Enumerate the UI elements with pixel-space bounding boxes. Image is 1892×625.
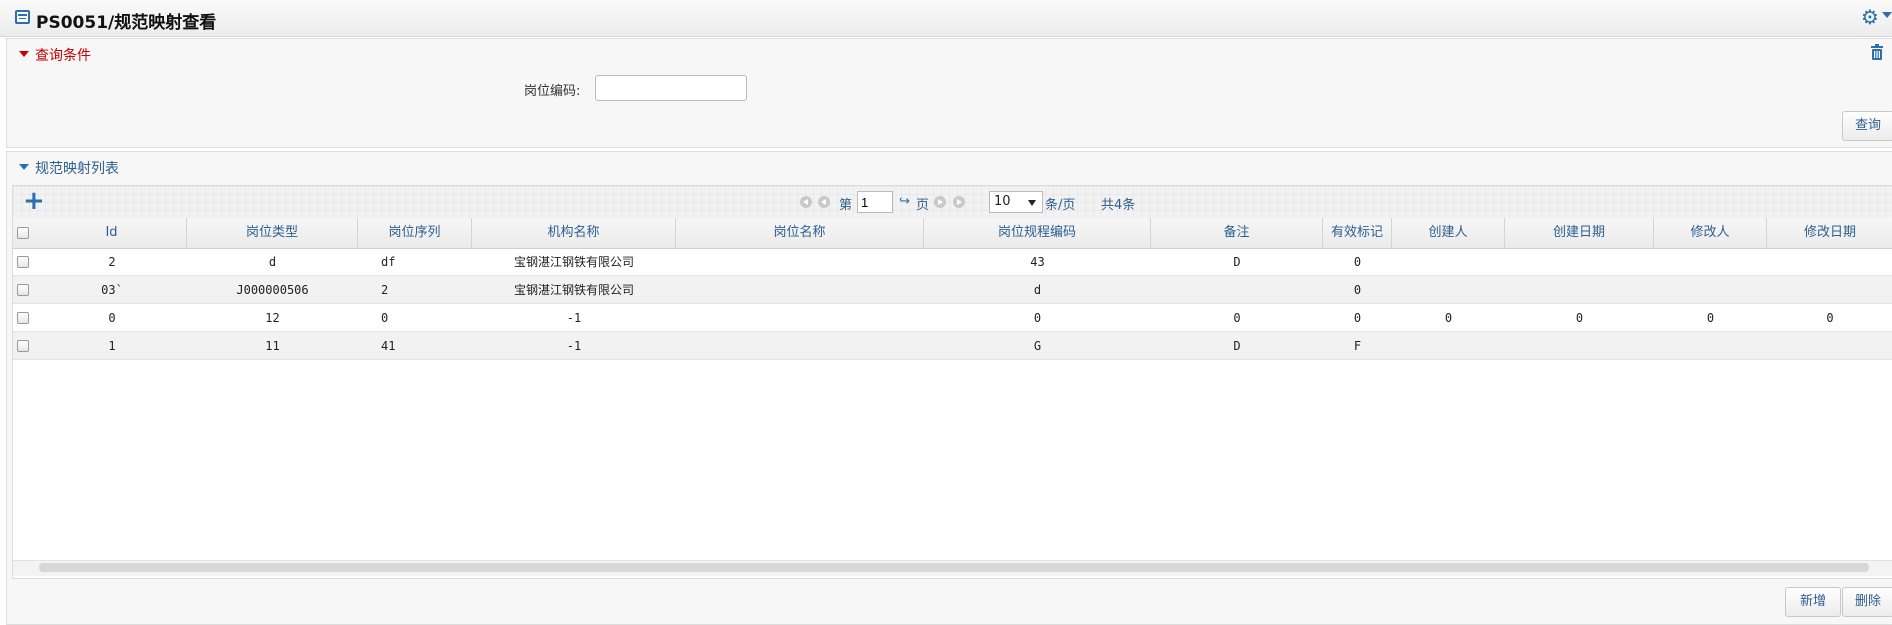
cell-modify-date: 0 xyxy=(1826,311,1834,325)
row-checkbox[interactable] xyxy=(17,284,29,296)
query-button[interactable]: 查询 xyxy=(1842,111,1892,141)
cell-post-type: J000000506 xyxy=(236,283,309,297)
table-row[interactable]: 1 11 41 -1 G D F xyxy=(13,332,1892,360)
column-header[interactable]: 岗位类型 xyxy=(187,218,358,248)
query-section-title[interactable]: 查询条件 xyxy=(35,45,91,65)
cell-valid-flag: 0 xyxy=(1353,311,1362,325)
table-row[interactable]: 2 d df 宝钢湛江钢铁有限公司 43 D 0 xyxy=(13,248,1892,276)
cell-org-name: -1 xyxy=(566,339,582,353)
cell-creator: 0 xyxy=(1444,311,1453,325)
column-header[interactable]: 备注 xyxy=(1151,218,1323,248)
chevron-down-icon xyxy=(1028,200,1036,206)
cell-rule-code: d xyxy=(1033,283,1042,297)
cell-post-seq: 0 xyxy=(381,311,389,325)
gear-icon[interactable]: ⚙ xyxy=(1861,5,1879,29)
column-header[interactable]: 岗位序列 xyxy=(358,218,472,248)
post-code-input[interactable] xyxy=(595,75,747,101)
page-title: PS0051/规范映射查看 xyxy=(36,13,217,33)
row-checkbox[interactable] xyxy=(17,256,29,268)
cell-modifier: 0 xyxy=(1706,311,1715,325)
prev-page-icon[interactable] xyxy=(818,196,830,208)
cell-org-name: -1 xyxy=(566,311,582,325)
window-icon xyxy=(15,10,30,24)
go-page-icon[interactable]: ↪ xyxy=(899,194,910,209)
table-row[interactable]: 0 12 0 -1 0 0 0 0 0 0 0 xyxy=(13,304,1892,332)
page-number-input[interactable] xyxy=(857,191,893,213)
cell-id: 0 xyxy=(108,311,116,325)
table-row[interactable]: 03` J000000506 2 宝钢湛江钢铁有限公司 d 0 xyxy=(13,276,1892,304)
cell-post-seq: 2 xyxy=(381,283,389,297)
cell-remark: D xyxy=(1233,255,1241,269)
cell-post-type: 12 xyxy=(265,311,280,325)
cell-rule-code: 0 xyxy=(1033,311,1042,325)
cell-id: 2 xyxy=(108,255,116,269)
data-grid: + 第 ↪ 页 10 条/页 共4条 Id 岗位类型 岗位序列 机构名称 岗位名… xyxy=(12,185,1892,579)
select-all-checkbox[interactable] xyxy=(17,227,29,239)
column-header[interactable]: 岗位规程编码 xyxy=(924,218,1151,248)
page-prefix: 第 xyxy=(839,198,853,213)
cell-post-seq: 41 xyxy=(381,339,396,353)
cell-create-date: 0 xyxy=(1575,311,1584,325)
next-page-icon[interactable] xyxy=(934,196,946,208)
last-page-icon[interactable] xyxy=(953,196,965,208)
column-header[interactable]: 创建日期 xyxy=(1505,218,1654,248)
column-header[interactable]: 修改人 xyxy=(1654,218,1767,248)
cell-post-seq: df xyxy=(381,255,396,269)
cell-remark: 0 xyxy=(1233,311,1241,325)
chevron-down-icon[interactable] xyxy=(1882,12,1892,18)
page-size-value: 10 xyxy=(994,194,1011,209)
table-header: Id 岗位类型 岗位序列 机构名称 岗位名称 岗位规程编码 备注 有效标记 创建… xyxy=(13,218,1892,249)
first-page-icon[interactable] xyxy=(800,196,812,208)
column-header[interactable]: 机构名称 xyxy=(472,218,676,248)
cell-org-name: 宝钢湛江钢铁有限公司 xyxy=(513,283,634,297)
column-header[interactable]: 创建人 xyxy=(1392,218,1505,248)
plus-icon[interactable]: + xyxy=(23,187,45,215)
cell-valid-flag: 0 xyxy=(1353,283,1362,297)
cell-id: 1 xyxy=(108,339,116,353)
row-checkbox[interactable] xyxy=(17,340,29,352)
post-code-label: 岗位编码: xyxy=(524,84,581,99)
column-header[interactable]: 有效标记 xyxy=(1323,218,1392,248)
add-button[interactable]: 新增 xyxy=(1785,587,1841,617)
row-checkbox[interactable] xyxy=(17,312,29,324)
cell-rule-code: 43 xyxy=(1030,255,1045,269)
page-size-select[interactable]: 10 xyxy=(989,191,1043,213)
cell-valid-flag: 0 xyxy=(1353,255,1362,269)
cell-rule-code: G xyxy=(1033,339,1042,353)
cell-valid-flag: F xyxy=(1353,339,1362,353)
column-header[interactable]: 岗位名称 xyxy=(676,218,924,248)
cell-remark: D xyxy=(1233,339,1241,353)
cell-post-type: d xyxy=(268,255,277,269)
cell-id: 03` xyxy=(101,283,123,297)
collapse-caret-icon[interactable] xyxy=(19,164,29,170)
cell-org-name: 宝钢湛江钢铁有限公司 xyxy=(513,255,634,269)
query-panel xyxy=(6,38,1892,148)
column-header[interactable]: Id xyxy=(37,218,187,248)
total-count: 共4条 xyxy=(1101,198,1136,213)
grid-toolbar: + 第 ↪ 页 10 条/页 共4条 xyxy=(13,186,1892,219)
scrollbar-thumb[interactable] xyxy=(39,563,1869,572)
title-bar: PS0051/规范映射查看 ⚙ xyxy=(0,0,1892,37)
collapse-caret-icon[interactable] xyxy=(19,51,29,57)
column-header[interactable]: 修改日期 xyxy=(1767,218,1892,248)
cell-post-type: 11 xyxy=(265,339,280,353)
page-suffix: 页 xyxy=(916,198,930,213)
delete-button[interactable]: 删除 xyxy=(1842,587,1892,617)
list-section-title[interactable]: 规范映射列表 xyxy=(35,158,119,178)
trash-icon[interactable] xyxy=(1870,44,1884,60)
per-page-label: 条/页 xyxy=(1045,198,1076,213)
